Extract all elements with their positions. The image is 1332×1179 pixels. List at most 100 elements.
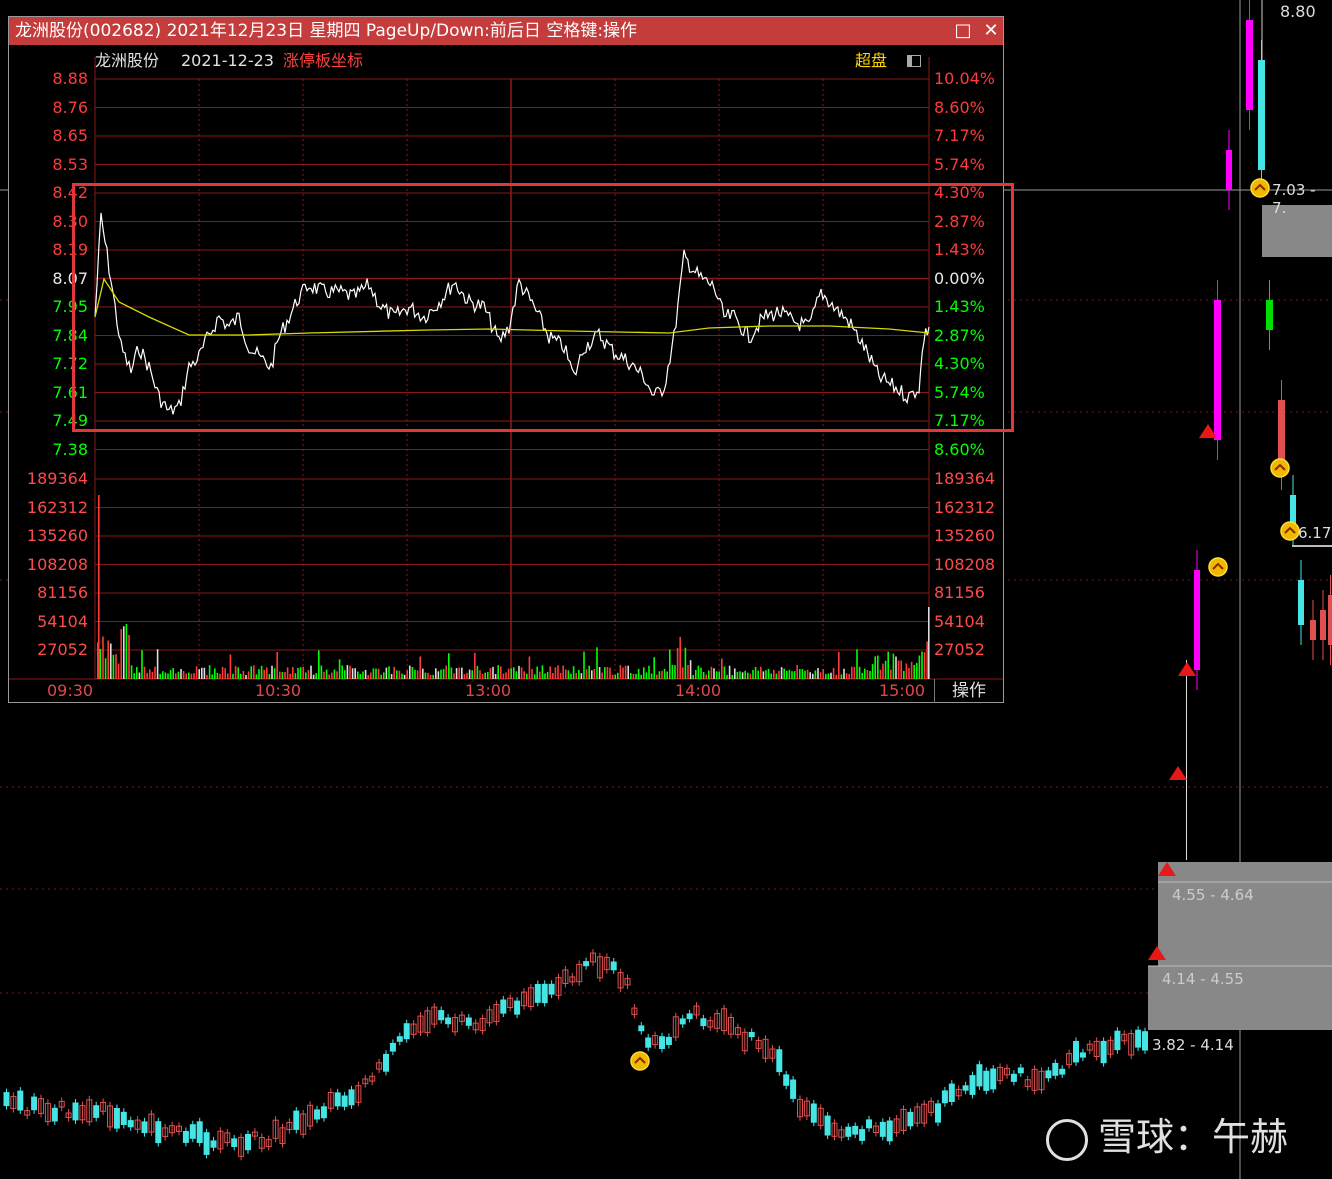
volume-bar [895,656,897,679]
volume-bar [502,673,505,679]
candle-body [948,1083,955,1102]
volume-bar [336,671,338,679]
volume-bar [728,665,731,679]
watermark: 雪球：午赫 [1046,1106,1288,1161]
volume-bar [897,660,900,679]
sell-signal-icon [1270,458,1290,478]
volume-bar [578,670,580,679]
volume-bar [583,651,585,679]
volume-bar [437,671,440,679]
price-tick-left: 7.49 [52,411,88,430]
volume-bar [614,674,616,679]
volume-bar [682,667,684,679]
candle-body [155,1121,162,1144]
volume-bar [783,668,785,679]
volume-bar [851,666,853,679]
volume-bar [377,668,380,679]
price-tick-right: 5.74% [934,382,985,402]
candle-body [1135,1029,1142,1048]
volume-bar [128,634,130,679]
candle-body [962,1085,969,1091]
volume-bar [172,668,174,679]
price-tick-left: 7.61 [52,382,88,402]
candle-body [127,1120,134,1128]
volume-bar [705,674,707,679]
candle-body [659,1036,665,1049]
volume-bar [419,656,421,679]
volume-bar [393,666,395,679]
candle-body [341,1095,348,1107]
sell-signal-icon [1250,178,1270,198]
volume-bar [858,666,861,679]
candle-body [438,1010,445,1021]
price-tick-right: 7.17% [934,126,985,145]
volume-bar [890,669,892,679]
volume-bar [323,671,325,679]
candle-body [645,1037,652,1048]
volume-bar [565,669,567,679]
volume-bar [627,665,629,679]
volume-bar [203,667,206,679]
volume-bar [383,672,385,679]
volume-bar [770,673,772,679]
volume-bar [219,673,221,679]
candle-body [465,1017,472,1026]
volume-bar [736,671,739,679]
volume-bar [331,672,333,679]
volume-bar [765,670,767,679]
time-tick: 15:00 [879,681,926,700]
volume-bar [723,666,726,679]
volume-bar [312,674,315,679]
candle-body [748,1032,755,1038]
intraday-popup-window[interactable]: 龙洲股份(002682) 2021年12月23日 星期四 PageUp/Down… [8,16,1004,703]
volume-bar [598,667,601,679]
candle-body [1328,595,1332,645]
volume-bar [260,665,263,679]
volume-bar [513,667,515,679]
volume-bar [526,673,528,679]
volume-tick-left: 81156 [37,583,88,602]
zone-label-1: 4.55 - 4.64 [1172,886,1254,904]
volume-bar [604,667,606,679]
watermark-brand: 雪球 [1098,1115,1175,1159]
volume-bar [669,649,671,679]
volume-bar [622,667,624,679]
volume-tick-left: 108208 [26,554,88,574]
price-tick-left: 8.42 [52,183,88,202]
volume-bar [250,666,252,679]
price-tick-left: 8.30 [52,211,88,231]
candle-body [852,1125,859,1135]
candle-body [1059,1068,1066,1075]
candle-body [396,1036,403,1042]
intraday-chart[interactable] [9,17,1003,702]
candle-body [983,1070,990,1091]
volume-bar [676,647,679,679]
candle-body [389,1042,396,1052]
volume-bar [921,651,923,679]
volume-bar [817,668,819,679]
volume-bar [710,666,713,679]
kline-top-price: 8.80 [1280,2,1316,21]
volume-bar [679,636,681,679]
volume-bar [297,668,299,679]
candle-body [1320,610,1326,640]
volume-bar [726,674,728,679]
candle-body [1186,680,1187,840]
volume-bar [338,659,341,679]
volume-bar [843,668,845,679]
xueqiu-logo-icon [1046,1118,1088,1161]
volume-bar [900,660,902,679]
volume-bar [216,672,219,679]
volume-bar [120,629,122,679]
volume-bar [455,668,458,679]
volume-bar [130,665,133,679]
operate-button[interactable]: 操作 [934,679,1003,703]
volume-bar [567,670,570,679]
volume-bar [864,668,866,679]
price-tick-left: 7.72 [52,354,88,373]
volume-bar [110,643,112,679]
volume-bar [645,672,648,679]
volume-bar [536,666,538,679]
candle-body [907,1111,914,1127]
volume-bar [315,673,317,679]
